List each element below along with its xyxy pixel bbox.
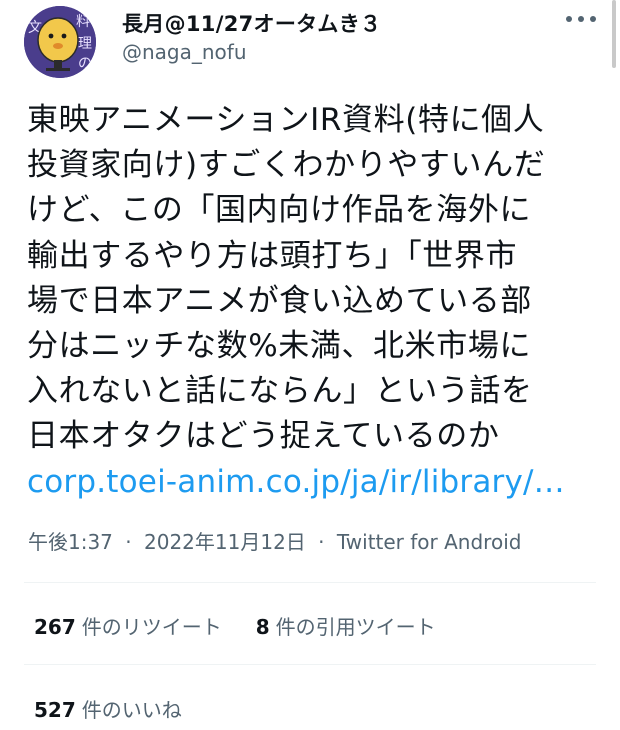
meta-separator: · — [125, 530, 132, 554]
quotes-stat[interactable]: 8 件の引用ツイート — [256, 615, 436, 639]
scrollbar[interactable] — [612, 0, 616, 68]
tweet-meta: 午後1:37 · 2022年11月12日 · Twitter for Andro… — [28, 526, 521, 555]
tweet-time[interactable]: 午後1:37 — [28, 530, 113, 554]
tweet-text-line: 入れないと話にならん」という話を — [27, 373, 533, 410]
more-dot — [566, 16, 572, 22]
likes-stats: 527 件のいいね — [34, 694, 182, 723]
quotes-count: 8 — [255, 615, 270, 639]
retweets-stat[interactable]: 267 件のリツイート — [34, 615, 222, 639]
quotes-label: 件の引用ツイート — [275, 615, 436, 639]
more-dots-icon[interactable] — [566, 12, 596, 26]
tweet-text-line: 場で日本アニメが食い込めている部 — [27, 282, 532, 319]
tweet-text: 東映アニメーションIR資料(特に個人 投資家向け)すごくわかりやすいんだ けど、… — [27, 98, 607, 505]
tweet-link[interactable]: corp.toei-anim.co.jp/ja/ir/library/… — [27, 460, 607, 505]
divider — [24, 582, 596, 583]
more-dot — [578, 16, 584, 22]
avatar[interactable]: 文 料 理 の — [24, 6, 96, 78]
author-display-name[interactable]: 長月@11/27オータムき３ — [122, 8, 381, 38]
tweet-text-line: 日本オタクはどう捉えているのか — [27, 418, 500, 455]
tweet-text-line: けど、この「国内向け作品を海外に — [27, 192, 532, 229]
svg-text:理: 理 — [78, 36, 92, 52]
retweets-label: 件のリツイート — [81, 615, 222, 639]
tweet-source[interactable]: Twitter for Android — [337, 530, 522, 554]
tweet-text-line: 投資家向け)すごくわかりやすいんだ — [27, 147, 546, 184]
tweet-detail: 文 料 理 の 長月@11/27オータムき３ @naga_nofu 東映アニメー… — [0, 0, 620, 730]
tweet-date[interactable]: 2022年11月12日 — [144, 530, 306, 554]
likes-stat[interactable]: 527 件のいいね — [34, 698, 182, 722]
tweet-text-line: 分はニッチな数%未満、北米市場に — [27, 328, 532, 365]
author-handle[interactable]: @naga_nofu — [122, 40, 247, 64]
likes-count: 527 — [34, 698, 76, 722]
svg-text:料: 料 — [76, 14, 90, 30]
meta-separator: · — [318, 530, 325, 554]
engagement-stats: 267 件のリツイート 8 件の引用ツイート — [34, 611, 436, 640]
retweets-count: 267 — [34, 615, 76, 639]
likes-label: 件のいいね — [81, 698, 182, 722]
tweet-text-line: 東映アニメーションIR資料(特に個人 — [27, 102, 545, 138]
svg-text:の: の — [78, 56, 92, 72]
divider — [24, 664, 596, 665]
more-dot — [590, 16, 596, 22]
tweet-text-line: 輸出するやり方は頭打ち」「世界市 — [27, 237, 518, 274]
avatar-image: 文 料 理 の — [24, 6, 96, 78]
